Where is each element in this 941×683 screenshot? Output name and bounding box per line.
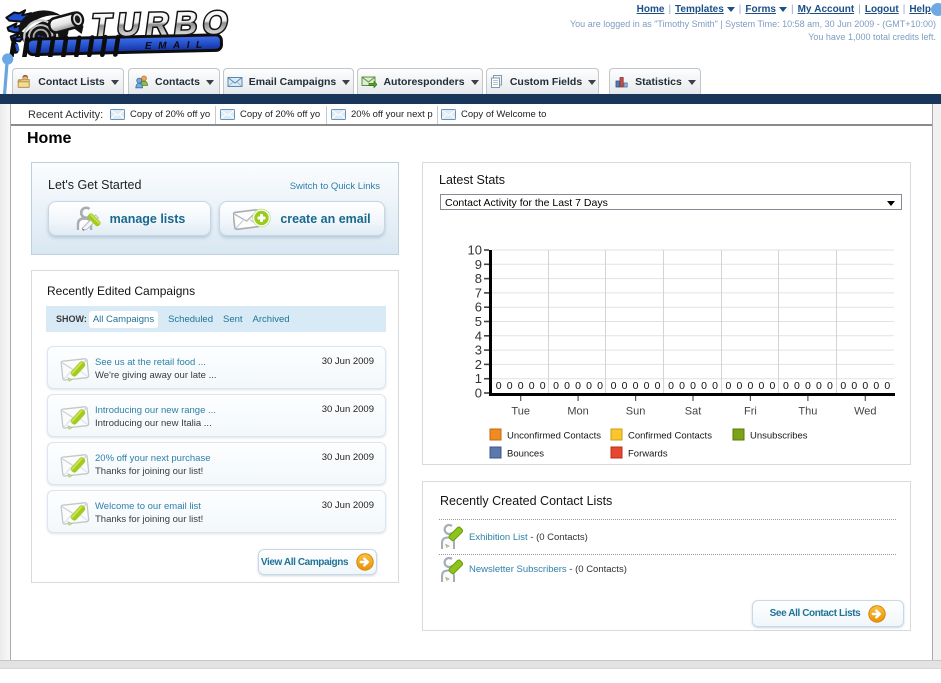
svg-text:0: 0	[475, 386, 482, 401]
svg-text:0: 0	[805, 380, 811, 392]
svg-text:7: 7	[475, 285, 482, 300]
svg-text:0: 0	[518, 380, 524, 392]
svg-text:0: 0	[747, 380, 753, 392]
svg-text:3: 3	[475, 343, 482, 358]
svg-text:0: 0	[679, 380, 685, 392]
svg-text:Sun: Sun	[626, 406, 646, 418]
svg-text:0: 0	[507, 380, 513, 392]
svg-text:Bounces: Bounces	[507, 449, 544, 460]
svg-text:0: 0	[783, 380, 789, 392]
svg-text:0: 0	[827, 380, 833, 392]
svg-text:0: 0	[873, 380, 879, 392]
svg-text:0: 0	[553, 380, 559, 392]
svg-text:0: 0	[668, 380, 674, 392]
svg-text:4: 4	[475, 328, 482, 343]
svg-text:0: 0	[564, 380, 570, 392]
svg-text:0: 0	[701, 380, 707, 392]
svg-text:Confirmed Contacts: Confirmed Contacts	[628, 431, 712, 442]
svg-text:Unconfirmed Contacts: Unconfirmed Contacts	[507, 431, 601, 442]
svg-text:0: 0	[769, 380, 775, 392]
svg-text:0: 0	[644, 380, 650, 392]
svg-text:Thu: Thu	[798, 406, 817, 418]
svg-text:0: 0	[633, 380, 639, 392]
svg-text:0: 0	[597, 380, 603, 392]
svg-text:Unsubscribes: Unsubscribes	[750, 431, 808, 442]
svg-text:0: 0	[611, 380, 617, 392]
svg-text:Mon: Mon	[567, 406, 588, 418]
svg-text:1: 1	[475, 371, 482, 386]
svg-text:0: 0	[794, 380, 800, 392]
svg-text:0: 0	[736, 380, 742, 392]
svg-text:0: 0	[586, 380, 592, 392]
svg-text:0: 0	[496, 380, 502, 392]
svg-text:0: 0	[712, 380, 718, 392]
svg-text:0: 0	[575, 380, 581, 392]
svg-text:Sat: Sat	[685, 406, 702, 418]
svg-text:0: 0	[622, 380, 628, 392]
svg-text:9: 9	[475, 257, 482, 272]
svg-text:0: 0	[884, 380, 890, 392]
svg-text:5: 5	[475, 314, 482, 329]
svg-text:0: 0	[725, 380, 731, 392]
svg-text:10: 10	[468, 243, 482, 258]
svg-text:Tue: Tue	[511, 406, 530, 418]
svg-text:Fri: Fri	[744, 406, 757, 418]
svg-text:Wed: Wed	[854, 406, 876, 418]
svg-text:8: 8	[475, 271, 482, 286]
svg-text:0: 0	[540, 380, 546, 392]
svg-text:0: 0	[529, 380, 535, 392]
svg-text:2: 2	[475, 357, 482, 372]
svg-text:0: 0	[862, 380, 868, 392]
svg-text:0: 0	[690, 380, 696, 392]
svg-text:Forwards: Forwards	[628, 449, 668, 460]
svg-text:0: 0	[851, 380, 857, 392]
svg-text:0: 0	[816, 380, 822, 392]
svg-text:6: 6	[475, 300, 482, 315]
svg-text:0: 0	[655, 380, 661, 392]
svg-text:0: 0	[840, 380, 846, 392]
svg-text:0: 0	[758, 380, 764, 392]
